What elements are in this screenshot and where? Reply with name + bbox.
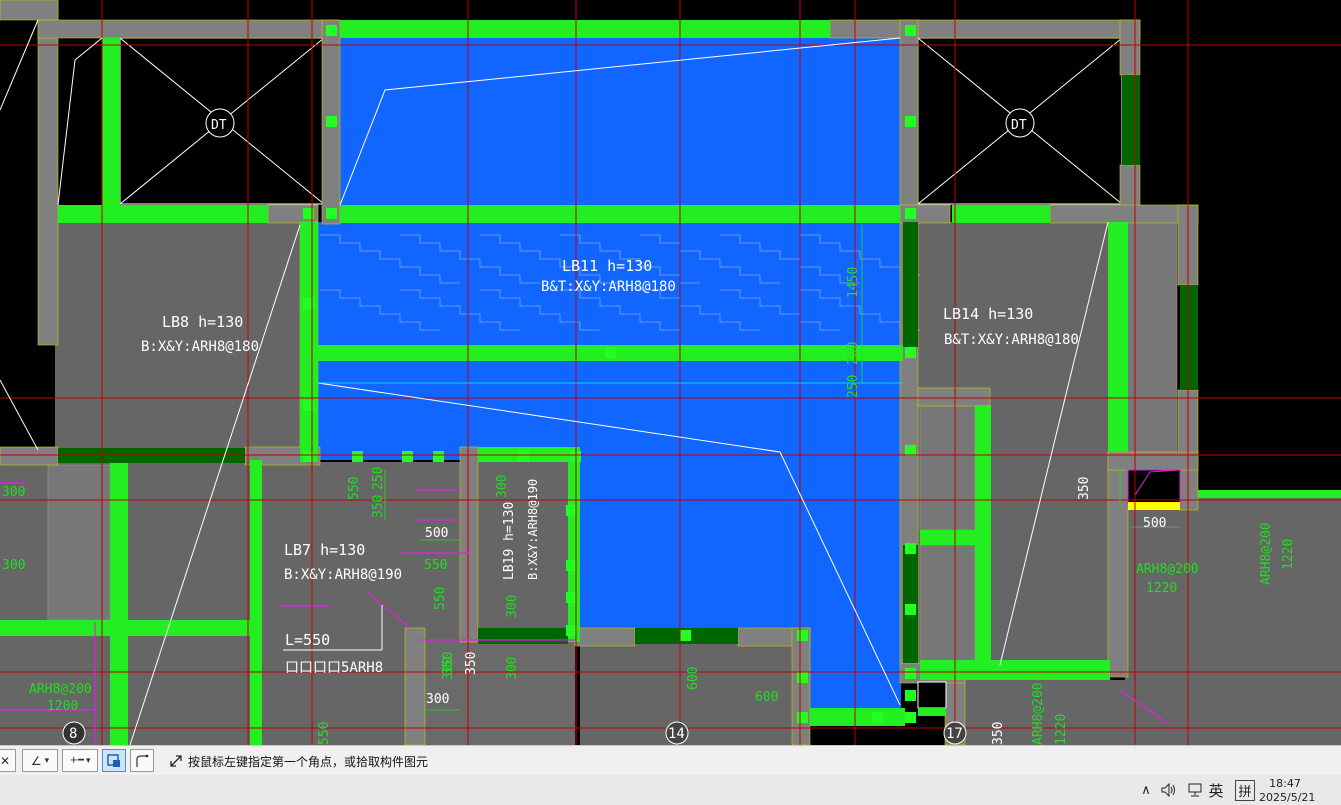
dim-500-right: 500: [1143, 516, 1166, 531]
dim-550-a: 550: [424, 558, 447, 573]
dim-1630: 550: [317, 722, 332, 745]
angle-icon: ∠: [30, 753, 42, 768]
ortho-mode-button[interactable]: +━ ▾: [62, 749, 98, 772]
dim-1450: 1450: [846, 267, 861, 298]
dim-300-b: 300: [505, 595, 520, 618]
dim-200: 200: [846, 342, 861, 365]
slab-label-lb8: LB8 h=130: [162, 313, 243, 331]
rebar-note-3: ARH8@200: [29, 682, 92, 697]
clock-time: 18:47: [1269, 777, 1301, 790]
leader-spec: 口口口口5ARH8: [285, 660, 383, 676]
dim-350-right: 350: [1077, 477, 1092, 500]
axis-bubble-8: 8: [62, 721, 86, 745]
dim-300-c: 300: [505, 657, 520, 680]
dim-300-left-b: 300: [2, 558, 25, 573]
ime-language-indicator[interactable]: 英: [1206, 775, 1226, 805]
dim-350-bottom: 350: [991, 722, 1006, 745]
slab-label-lb7: LB7 h=130: [284, 541, 365, 559]
ime-mode-indicator[interactable]: 拼: [1234, 775, 1256, 805]
system-clock[interactable]: 18:47 2025/5/21: [1259, 777, 1316, 805]
polyline-icon: [136, 754, 149, 767]
dim-250-right: 250: [846, 375, 861, 398]
axis-bubble-17: 17: [943, 721, 967, 745]
slab-rebar-lb11: B&T:X&Y:ARH8@180: [541, 279, 676, 295]
object-snap-button[interactable]: [102, 749, 126, 772]
svg-text:8: 8: [69, 726, 77, 742]
rebar-note-1: ARH8@200: [1136, 562, 1199, 577]
tray-chevron-icon[interactable]: ∧: [1137, 775, 1155, 805]
slab-rebar-lb14: B&T:X&Y:ARH8@180: [944, 332, 1079, 348]
slab-rebar-lb19: B:X&Y:ARH8@190: [526, 479, 540, 580]
svg-text:14: 14: [668, 726, 685, 742]
command-bar: ✕ ∠ ▾ +━ ▾ 按鼠标左键指定第一个角点，或拾取构件图元: [0, 745, 1341, 775]
elevator-label-left: DT: [211, 118, 227, 133]
chevron-down-icon: ▾: [44, 755, 50, 766]
angle-snap-button[interactable]: ∠ ▾: [22, 749, 58, 772]
slab-rebar-lb8: B:X&Y:ARH8@180: [141, 339, 259, 355]
ortho-icon: +━: [69, 755, 84, 766]
taskbar: ∧ 英 拼 18:47 2025/5/21: [0, 775, 1341, 805]
network-icon[interactable]: [1184, 775, 1206, 805]
axis-bubble-14: 14: [665, 721, 689, 745]
diagonal-arrow-icon: [170, 755, 182, 767]
clock-date: 2025/5/21: [1259, 791, 1316, 804]
dim-1200: 1200: [47, 699, 78, 714]
polyline-tool-button[interactable]: [130, 749, 154, 772]
dim-1220-b: 1220: [1281, 539, 1296, 570]
close-icon[interactable]: ✕: [0, 749, 16, 772]
dim-350-vert: 350: [371, 495, 386, 518]
svg-text:17: 17: [946, 726, 963, 742]
rebar-note-2: ARH8@200: [1259, 522, 1274, 585]
dim-350-a: 350: [464, 652, 479, 675]
volume-icon[interactable]: [1158, 775, 1180, 805]
rebar-note-4: ARH8@200: [1031, 682, 1046, 745]
slab-label-lb19: LB19 h=130: [502, 502, 517, 580]
slab-label-lb11: LB11 h=130: [562, 257, 652, 275]
snap-icon: [107, 753, 120, 767]
command-prompt-text: 按鼠标左键指定第一个角点，或拾取构件图元: [188, 754, 429, 769]
dim-250-vert: 250: [371, 467, 386, 490]
dim-600: 600: [755, 690, 778, 705]
elevator-label-right: DT: [1011, 118, 1027, 133]
dim-1220-bottom: 1220: [1054, 714, 1069, 745]
dim-550-vert: 550: [347, 477, 362, 500]
leader-length: L=550: [285, 631, 330, 649]
cad-drawing-canvas[interactable]: LB11 h=130 B&T:X&Y:ARH8@180 LB8 h=130 B:…: [0, 0, 1341, 745]
dim-300-left-a: 300: [2, 485, 25, 500]
dim-1220-a: 1220: [1146, 581, 1177, 596]
dim-550-b: 550: [433, 587, 448, 610]
chevron-down-icon: ▾: [85, 755, 91, 766]
dim-500-left: 500: [425, 526, 448, 541]
slab-rebar-lb7: B:X&Y:ARH8@190: [284, 567, 402, 583]
dim-600-vert: 600: [686, 667, 701, 690]
dim-300-e: 300: [441, 657, 456, 680]
dim-300-a: 300: [495, 475, 510, 498]
dim-300-d: 300: [426, 692, 449, 707]
slab-label-lb14: LB14 h=130: [943, 305, 1033, 323]
